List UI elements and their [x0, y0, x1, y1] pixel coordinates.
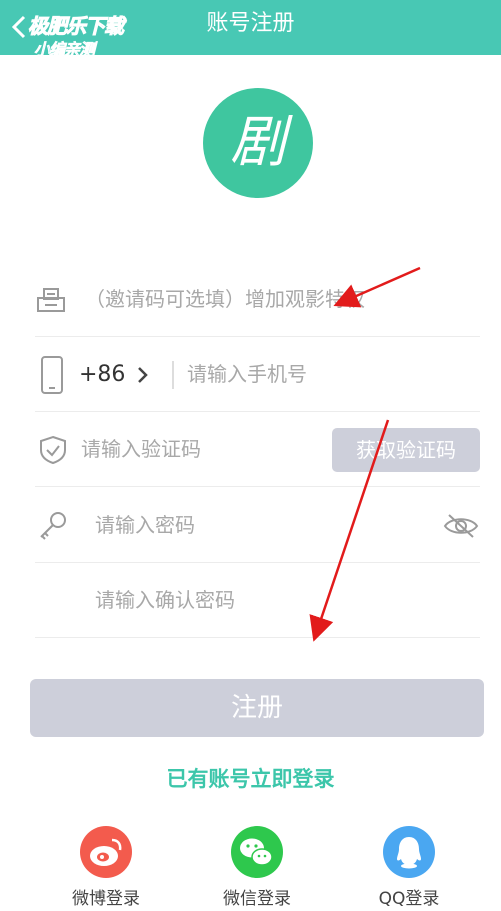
divider — [172, 361, 174, 389]
shield-check-icon — [40, 435, 66, 465]
qq-login-button[interactable]: QQ登录 — [359, 826, 459, 911]
qq-icon — [383, 826, 435, 878]
password-field[interactable]: 请输入密码 — [35, 488, 480, 563]
wechat-icon — [231, 826, 283, 878]
get-code-button[interactable]: 获取验证码 — [332, 428, 480, 472]
password-placeholder: 请输入密码 — [95, 513, 195, 537]
qq-login-label: QQ登录 — [378, 889, 440, 909]
phone-placeholder: 请输入手机号 — [187, 362, 307, 386]
phone-icon — [41, 356, 63, 394]
invite-code-field[interactable]: （邀请码可选填）增加观影特权 — [35, 262, 480, 337]
phone-field[interactable]: +86 请输入手机号 — [35, 337, 480, 412]
country-code[interactable]: +86 — [79, 337, 125, 412]
verification-code-placeholder: 请输入验证码 — [81, 437, 201, 461]
key-icon — [40, 512, 66, 540]
verification-code-field[interactable]: 请输入验证码 获取验证码 — [35, 412, 480, 487]
wechat-login-label: 微信登录 — [223, 889, 291, 909]
weibo-login-label: 微博登录 — [72, 889, 140, 909]
mailbox-icon — [37, 288, 65, 312]
weibo-login-button[interactable]: 微博登录 — [56, 826, 156, 911]
invite-code-placeholder: （邀请码可选填）增加观影特权 — [85, 287, 365, 311]
header-bar: 极肥乐下载 小编亲测 账号注册 — [0, 0, 501, 59]
page-title: 账号注册 — [206, 11, 295, 36]
chevron-right-icon[interactable] — [135, 363, 151, 387]
login-link[interactable]: 已有账号立即登录 — [0, 760, 501, 798]
confirm-password-field[interactable]: 请输入确认密码 — [35, 563, 480, 638]
app-logo-glyph: 剧 — [230, 110, 286, 175]
app-logo: 剧 — [203, 88, 313, 198]
wechat-login-button[interactable]: 微信登录 — [207, 826, 307, 911]
eye-off-icon[interactable] — [443, 512, 479, 540]
register-button[interactable]: 注册 — [30, 679, 484, 737]
confirm-password-placeholder: 请输入确认密码 — [95, 588, 235, 612]
weibo-icon — [80, 826, 132, 878]
